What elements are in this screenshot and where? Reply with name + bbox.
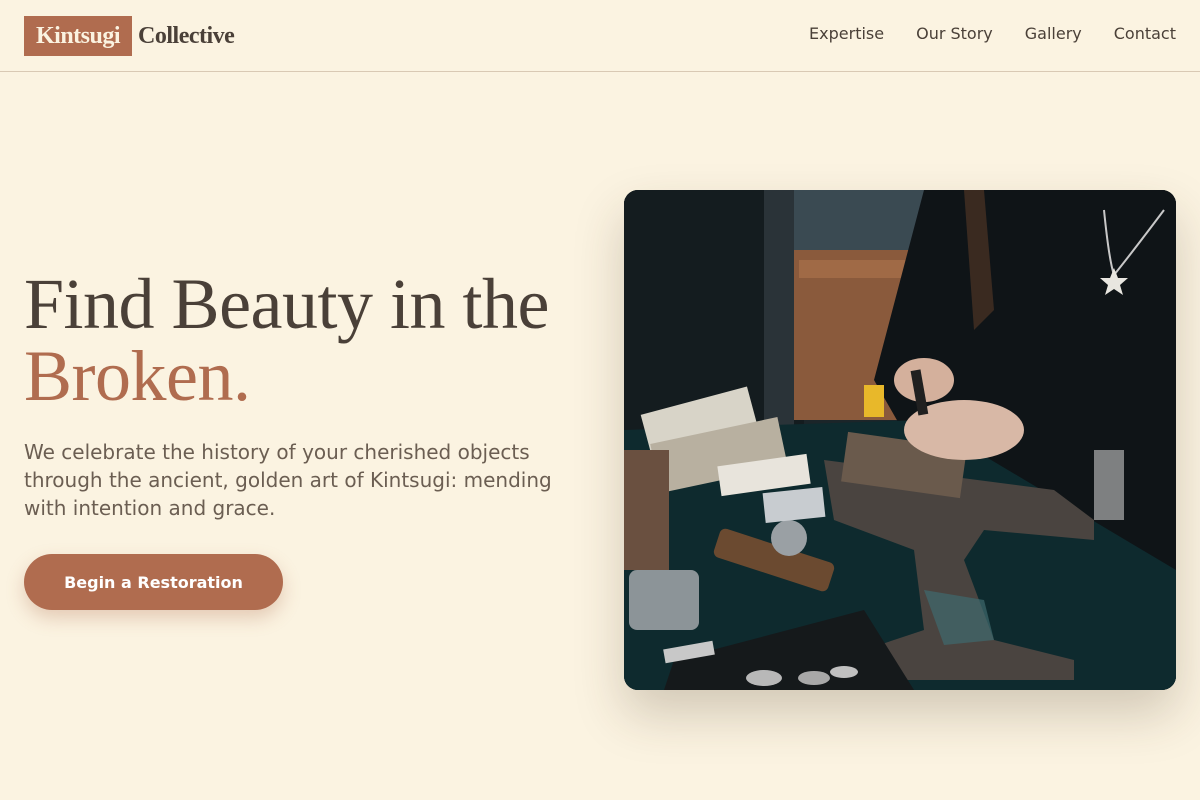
main-nav: Expertise Our Story Gallery Contact: [809, 22, 1176, 46]
hero-title-accent: Broken.: [24, 336, 251, 416]
hero-description: We celebrate the history of your cherish…: [24, 440, 552, 520]
hero-image: [624, 190, 1176, 690]
nav-link-expertise[interactable]: Expertise: [809, 22, 884, 46]
logo-mark: Kintsugi: [24, 16, 133, 56]
hero-title-line1: Find Beauty in the: [24, 264, 549, 344]
workshop-illustration: [624, 190, 1176, 690]
nav-link-our-story[interactable]: Our Story: [916, 22, 993, 46]
logo[interactable]: Kintsugi Collective: [24, 16, 235, 56]
begin-restoration-button[interactable]: Begin a Restoration: [24, 554, 283, 610]
logo-text: Collective: [138, 22, 235, 49]
nav-link-contact[interactable]: Contact: [1114, 22, 1176, 46]
site-header: Kintsugi Collective Expertise Our Story …: [0, 0, 1200, 72]
nav-link-gallery[interactable]: Gallery: [1025, 22, 1082, 46]
hero-title: Find Beauty in the Broken.: [24, 268, 549, 412]
